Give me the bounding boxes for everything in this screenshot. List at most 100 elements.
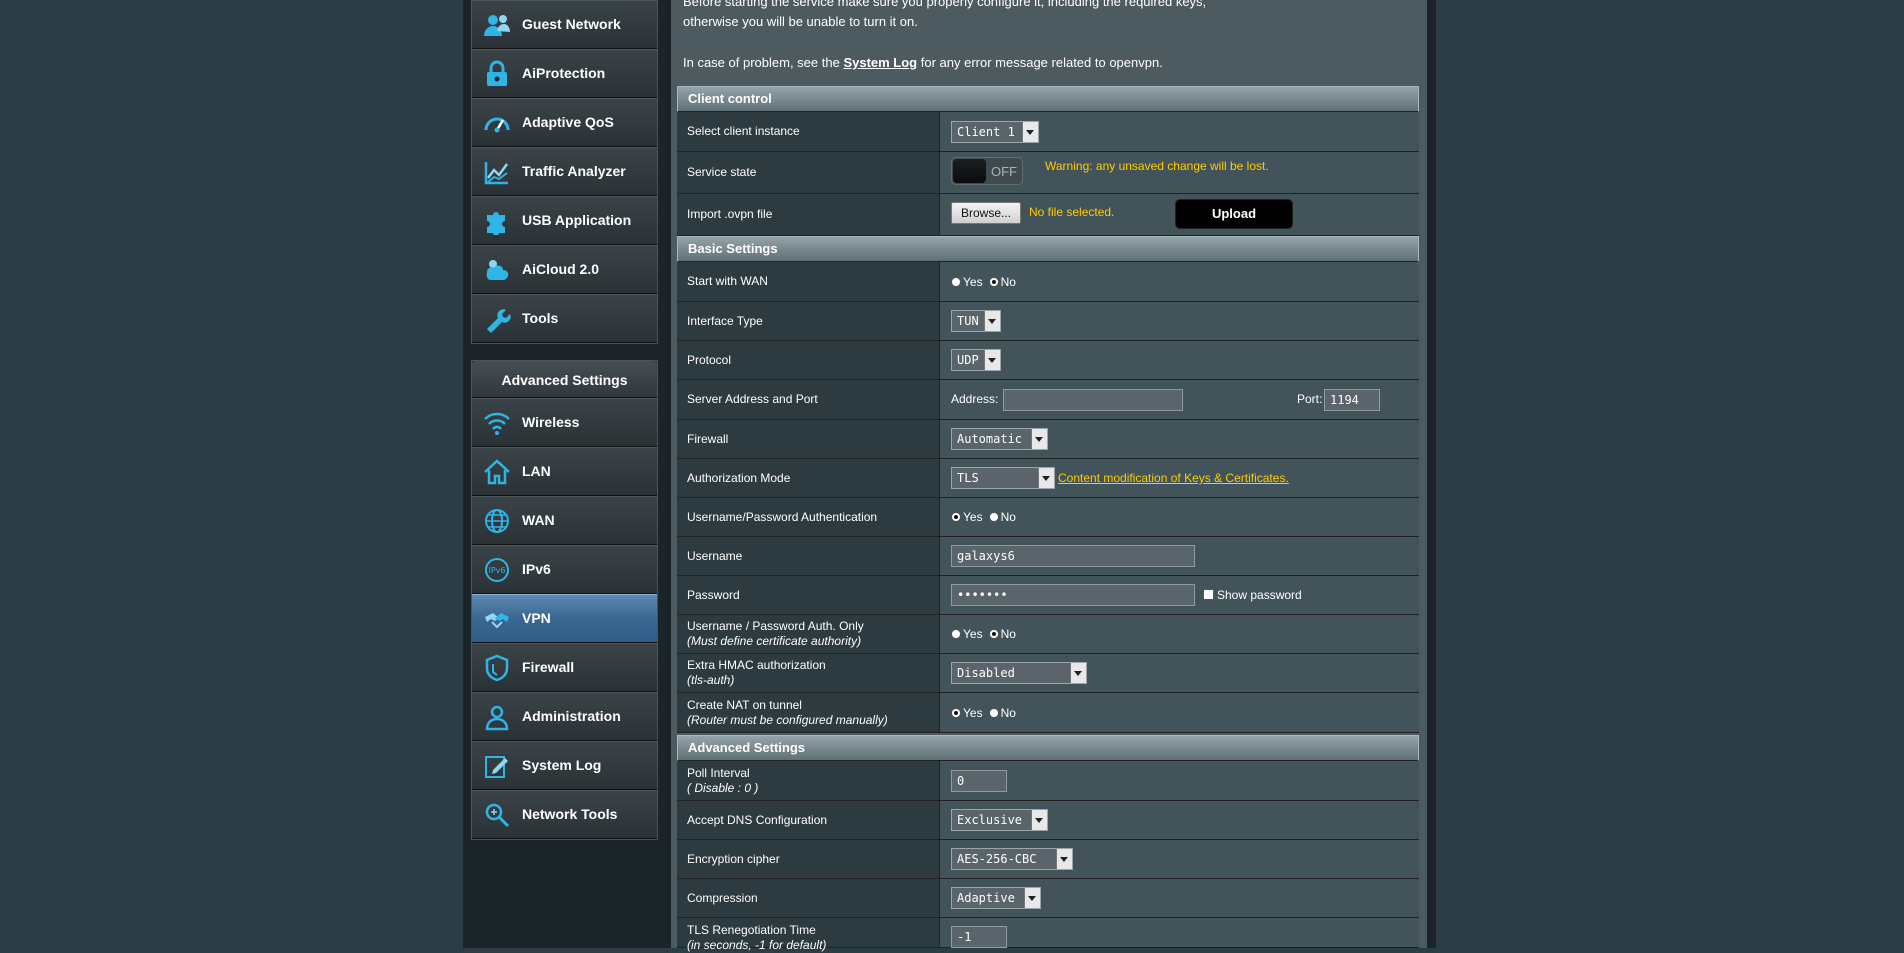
keys-certificates-link[interactable]: Content modification of Keys & Certifica… (1058, 471, 1289, 485)
authorization-mode-select[interactable]: TLS (951, 467, 1055, 489)
create-nat-yes[interactable]: Yes (951, 706, 983, 720)
menu-label: Network Tools (522, 806, 618, 822)
start-with-wan-radios: Yes No (951, 262, 1022, 301)
username-input[interactable] (951, 545, 1195, 567)
row-label: Create NAT on tunnel (Router must be conf… (677, 693, 940, 732)
menu-label: Firewall (522, 659, 575, 675)
menu-system-log[interactable]: System Log (472, 741, 657, 790)
menu-usb-application[interactable]: USB Application (472, 196, 657, 245)
intro-line-3-pre: In case of problem, see the (683, 55, 844, 70)
menu-label: Adaptive QoS (522, 114, 614, 130)
toggle-knob (953, 159, 986, 183)
menu-label: Traffic Analyzer (522, 163, 626, 179)
menu-label: Administration (522, 708, 621, 724)
row-label: Select client instance (677, 112, 940, 151)
lock-icon (482, 59, 512, 89)
intro-line-3: In case of problem, see the System Log f… (683, 55, 1163, 70)
start-with-wan-no[interactable]: No (988, 275, 1016, 289)
wifi-icon (482, 408, 512, 438)
userpass-auth-yes[interactable]: Yes (951, 510, 983, 524)
vpn-icon (482, 604, 512, 634)
menu-label: USB Application (522, 212, 632, 228)
interface-type-select[interactable]: TUN (951, 310, 1001, 332)
menu-administration[interactable]: Administration (472, 692, 657, 741)
unsaved-warning: Warning: any unsaved change will be lost… (1045, 159, 1269, 173)
row-label: TLS Renegotiation Time (in seconds, -1 fo… (677, 918, 940, 952)
menu-lan[interactable]: LAN (472, 447, 657, 496)
userpass-auth-no[interactable]: No (988, 510, 1016, 524)
edit-log-icon (482, 751, 512, 781)
menu-tools[interactable]: Tools (472, 294, 657, 343)
menu-label: LAN (522, 463, 551, 479)
userpass-only-radios: Yes No (951, 615, 1022, 653)
system-log-link[interactable]: System Log (843, 55, 917, 70)
encryption-cipher-select[interactable]: AES-256-CBC (951, 848, 1073, 870)
sidebar: Guest Network AiProtection Adaptive QoS … (471, 0, 658, 948)
menu-aicloud[interactable]: AiCloud 2.0 (472, 245, 657, 294)
main-menu: Guest Network AiProtection Adaptive QoS … (471, 0, 658, 344)
tls-renegotiation-row: TLS Renegotiation Time (in seconds, -1 fo… (677, 918, 1419, 952)
menu-label: Tools (522, 310, 559, 326)
tls-renegotiation-input[interactable] (951, 926, 1007, 948)
userpass-auth-radios: Yes No (951, 498, 1022, 536)
accept-dns-row: Accept DNS Configuration Exclusive (677, 801, 1419, 840)
show-password-checkbox[interactable] (1203, 589, 1214, 600)
start-with-wan-row: Start with WAN Yes No (677, 262, 1419, 302)
server-address-row: Server Address and Port Address: Port: (677, 380, 1419, 420)
chevron-down-icon (1070, 663, 1086, 683)
row-label: Start with WAN (677, 262, 940, 301)
hmac-select[interactable]: Disabled (951, 662, 1087, 684)
accept-dns-select[interactable]: Exclusive (951, 809, 1048, 831)
intro-line-2: otherwise you will be unable to turn it … (683, 14, 918, 29)
protocol-select[interactable]: UDP (951, 349, 1001, 371)
intro-line-3-post: for any error message related to openvpn… (917, 55, 1163, 70)
server-address-input[interactable] (1003, 389, 1183, 411)
row-label: Import .ovpn file (677, 194, 940, 235)
menu-network-tools[interactable]: Network Tools (472, 790, 657, 839)
chevron-down-icon (1031, 810, 1047, 830)
create-nat-no[interactable]: No (988, 706, 1016, 720)
protocol-row: Protocol UDP (677, 341, 1419, 380)
chevron-down-icon (984, 311, 1000, 331)
menu-ipv6[interactable]: IPv6 IPv6 (472, 545, 657, 594)
traffic-chart-icon (482, 157, 512, 187)
service-state-toggle[interactable]: OFF (951, 157, 1023, 185)
row-label: Poll Interval( Disable : 0 ) (677, 761, 940, 800)
userpass-only-no[interactable]: No (988, 627, 1016, 641)
shield-icon (482, 653, 512, 683)
advanced-settings-header: Advanced Settings (472, 361, 657, 398)
menu-traffic-analyzer[interactable]: Traffic Analyzer (472, 147, 657, 196)
chevron-down-icon (984, 350, 1000, 370)
password-input[interactable] (951, 584, 1195, 606)
authorization-mode-row: Authorization Mode TLS Content modificat… (677, 459, 1419, 498)
start-with-wan-yes[interactable]: Yes (951, 275, 983, 289)
basic-settings-header: Basic Settings (677, 236, 1419, 262)
menu-aiprotection[interactable]: AiProtection (472, 49, 657, 98)
menu-adaptive-qos[interactable]: Adaptive QoS (472, 98, 657, 147)
compression-select[interactable]: Adaptive (951, 887, 1041, 909)
menu-guest-network[interactable]: Guest Network (472, 0, 657, 49)
server-port-input[interactable] (1324, 389, 1380, 411)
row-label: Username / Password Auth. Only (Must defi… (677, 615, 940, 653)
file-status: No file selected. (1029, 205, 1115, 219)
firewall-row: Firewall Automatic (677, 420, 1419, 459)
browse-button[interactable]: Browse... (951, 202, 1021, 224)
poll-interval-input[interactable] (951, 770, 1007, 792)
menu-wan[interactable]: WAN (472, 496, 657, 545)
client-instance-select[interactable]: Client 1 (951, 121, 1039, 143)
menu-vpn[interactable]: VPN (472, 594, 657, 643)
row-label: Username/Password Authentication (677, 498, 940, 536)
menu-wireless[interactable]: Wireless (472, 398, 657, 447)
select-client-instance-row: Select client instance Client 1 (677, 112, 1419, 152)
userpass-only-yes[interactable]: Yes (951, 627, 983, 641)
speedometer-icon (482, 108, 512, 138)
show-password-option[interactable]: Show password (1203, 588, 1302, 602)
poll-interval-row: Poll Interval( Disable : 0 ) (677, 761, 1419, 801)
hmac-row: Extra HMAC authorization (tls-auth) Disab… (677, 654, 1419, 693)
chevron-down-icon (1022, 122, 1038, 142)
menu-firewall[interactable]: Firewall (472, 643, 657, 692)
chevron-down-icon (1031, 429, 1047, 449)
upload-button[interactable]: Upload (1175, 199, 1293, 229)
firewall-select[interactable]: Automatic (951, 428, 1048, 450)
username-row: Username (677, 537, 1419, 576)
